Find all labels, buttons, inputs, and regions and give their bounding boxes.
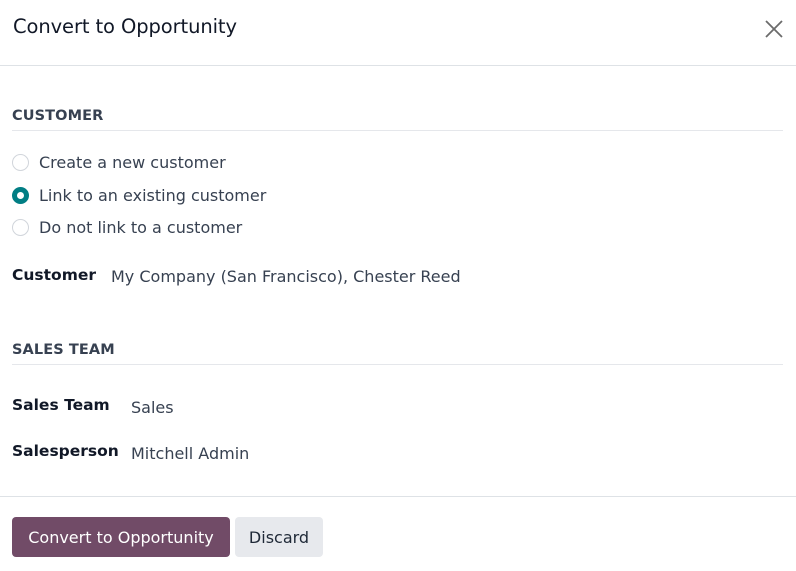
convert-to-opportunity-dialog: Convert to Opportunity CUSTOMER Create a… (0, 0, 796, 571)
close-icon (760, 15, 788, 43)
customer-section-divider (12, 130, 783, 131)
salesperson-field-label: Salesperson (12, 442, 119, 460)
radio-label: Do not link to a customer (39, 217, 243, 237)
radio-link-existing-customer[interactable]: Link to an existing customer (12, 183, 266, 207)
radio-label: Create a new customer (39, 152, 226, 172)
radio-button[interactable] (12, 153, 29, 171)
dialog-header: Convert to Opportunity (0, 0, 796, 66)
customer-field-label: Customer (12, 266, 97, 284)
sales-team-section-title: SALES TEAM (12, 342, 115, 358)
salesperson-field-value[interactable]: Mitchell Admin (131, 444, 249, 463)
radio-button-checked[interactable] (12, 186, 29, 204)
discard-button[interactable]: Discard (235, 517, 323, 557)
sales-team-section-divider (12, 364, 783, 365)
convert-to-opportunity-button[interactable]: Convert to Opportunity (12, 517, 230, 557)
sales-team-field-value[interactable]: Sales (131, 398, 174, 417)
dialog-footer: Convert to Opportunity Discard (0, 496, 796, 571)
dialog-title: Convert to Opportunity (13, 15, 237, 38)
radio-button[interactable] (12, 218, 29, 236)
radio-label: Link to an existing customer (39, 185, 267, 205)
customer-section-title: CUSTOMER (12, 108, 104, 124)
close-button[interactable] (760, 15, 788, 43)
radio-do-not-link-customer[interactable]: Do not link to a customer (12, 215, 242, 239)
radio-create-new-customer[interactable]: Create a new customer (12, 150, 226, 174)
customer-field-value[interactable]: My Company (San Francisco), Chester Reed (111, 267, 461, 286)
sales-team-field-label: Sales Team (12, 396, 110, 414)
